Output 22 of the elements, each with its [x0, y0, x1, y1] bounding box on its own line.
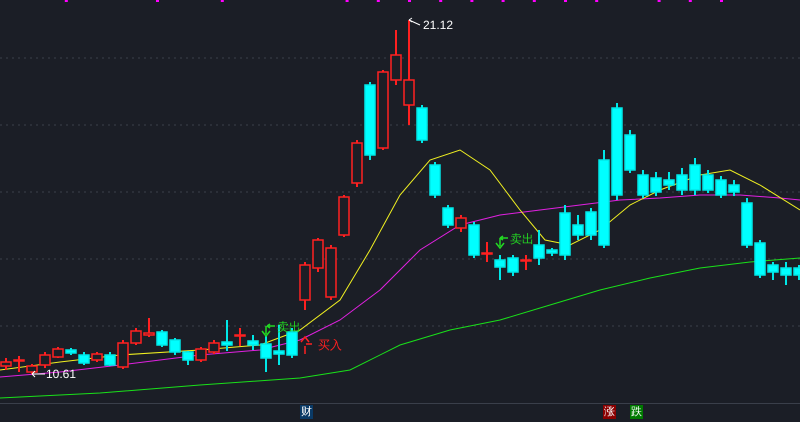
candlestick: [169, 338, 181, 355]
candlestick: [143, 318, 155, 337]
candlestick: [429, 162, 441, 198]
candlestick: [650, 172, 662, 196]
sell-signal: 卖出: [495, 232, 534, 250]
buy-signal: 买入: [300, 336, 342, 355]
candlestick: [182, 351, 194, 365]
candlestick: [728, 180, 740, 196]
candlestick: [299, 262, 311, 310]
candlestick: [442, 205, 454, 228]
candlestick: [338, 195, 350, 237]
candlestick: [91, 352, 103, 362]
candlestick: [715, 176, 727, 198]
high-price-label: 21.12: [408, 18, 454, 32]
fall-marker[interactable]: 跌: [630, 405, 643, 419]
candlestick: [507, 255, 519, 276]
candlestick: [741, 198, 753, 248]
candlestick: [494, 255, 506, 280]
rise-marker[interactable]: 涨: [603, 405, 616, 419]
finance-marker[interactable]: 财: [300, 405, 313, 419]
candlestick: [156, 330, 168, 347]
candlestick: [195, 347, 207, 362]
